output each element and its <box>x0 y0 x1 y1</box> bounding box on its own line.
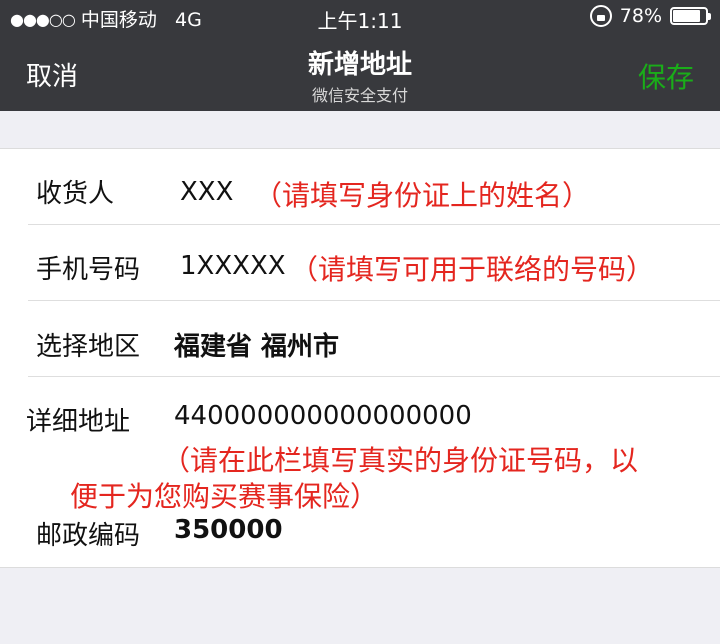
address-note-line1: （请在此栏填写真实的身份证号码，以 <box>162 444 639 477</box>
postcode-label: 邮政编码 <box>36 521 141 551</box>
status-right: 78% <box>589 5 711 27</box>
address-row[interactable]: 详细地址 440000000000000000 （请在此栏填写真实的身份证号码，… <box>0 377 720 513</box>
status-bar: ●●●○○ 中国移动 4G 上午1:11 78% <box>0 0 720 36</box>
page-subtitle: 微信安全支付 <box>311 86 408 105</box>
phone-label: 手机号码 <box>36 255 141 285</box>
region-select[interactable]: 福建省 福州市 <box>174 326 339 363</box>
region-row[interactable]: 选择地区 福建省 福州市 <box>0 301 720 377</box>
recipient-input[interactable]: XXX <box>180 177 233 207</box>
postcode-row[interactable]: 邮政编码 350000 <box>0 491 720 569</box>
recipient-label: 收货人 <box>36 179 115 209</box>
recipient-row[interactable]: 收货人 XXX （请填写身份证上的姓名） <box>0 149 720 225</box>
phone-input[interactable]: 1XXXXX <box>180 251 286 281</box>
address-form: 收货人 XXX （请填写身份证上的姓名） 手机号码 1XXXXX （请填写可用于… <box>0 148 720 568</box>
recipient-note: （请填写身份证上的姓名） <box>254 179 591 212</box>
phone-note: （请填写可用于联络的号码） <box>290 253 655 286</box>
navigation-bar: 取消 新增地址 微信安全支付 保存 <box>0 36 720 111</box>
address-label: 详细地址 <box>26 407 131 437</box>
address-input[interactable]: 440000000000000000 <box>174 401 472 431</box>
battery-percent: 78% <box>619 5 662 27</box>
page-title: 新增地址 <box>307 50 412 80</box>
top-bar: ●●●○○ 中国移动 4G 上午1:11 78% 取消 新增地址 微信安全支付 … <box>0 0 720 111</box>
postcode-input[interactable]: 350000 <box>174 515 283 545</box>
battery-icon <box>670 7 711 25</box>
region-label: 选择地区 <box>36 332 141 362</box>
save-button[interactable]: 保存 <box>638 56 694 96</box>
rotation-lock-icon <box>589 5 612 27</box>
phone-row[interactable]: 手机号码 1XXXXX （请填写可用于联络的号码） <box>0 225 720 301</box>
